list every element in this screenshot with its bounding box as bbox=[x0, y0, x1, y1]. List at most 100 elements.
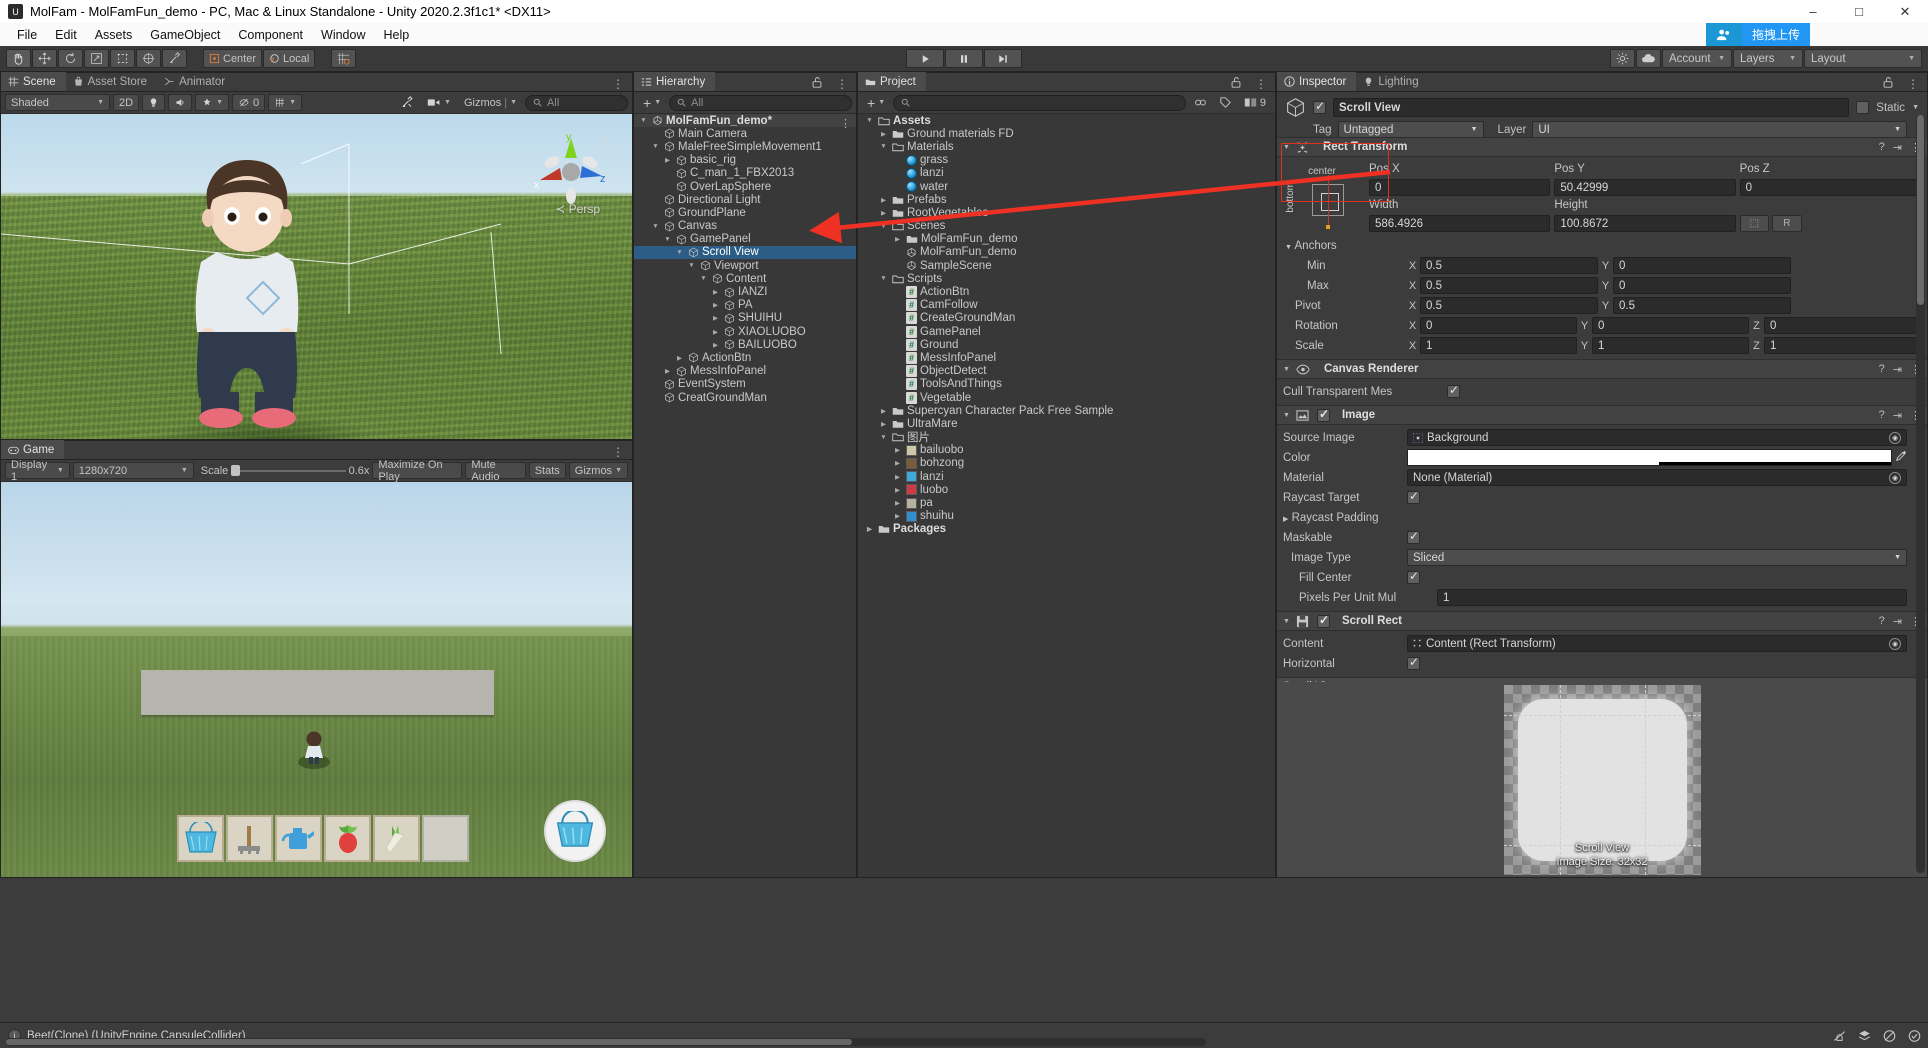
chevron-right-icon[interactable]: ▶ bbox=[710, 341, 721, 349]
item-slot-carrot[interactable] bbox=[373, 815, 420, 862]
grid-snap-button[interactable] bbox=[331, 49, 357, 68]
hierarchy-row[interactable]: OverLapSphere bbox=[634, 180, 856, 193]
menu-assets[interactable]: Assets bbox=[86, 25, 142, 45]
collab-upload-badge[interactable]: 拖拽上传 bbox=[1705, 23, 1810, 46]
project-row[interactable]: ▶ bohzong bbox=[858, 457, 1275, 470]
project-row[interactable]: # ActionBtn bbox=[858, 285, 1275, 299]
inspector-lock-icon[interactable] bbox=[1876, 77, 1900, 91]
blueprint-mode-button[interactable]: ⬚ bbox=[1739, 215, 1770, 232]
resolution-dropdown[interactable]: 1280x720 ▼ bbox=[72, 462, 194, 479]
project-row[interactable]: ▶ shuihu bbox=[858, 510, 1275, 523]
hierarchy-row[interactable]: ▼ GamePanel bbox=[634, 233, 856, 246]
scene-audio-toggle[interactable] bbox=[168, 94, 193, 111]
hierarchy-row[interactable]: ▶ IANZI bbox=[634, 285, 856, 298]
image-type-dropdown[interactable]: Sliced ▼ bbox=[1407, 549, 1907, 566]
anchor-max-x-field[interactable]: 0.5 bbox=[1420, 277, 1598, 294]
chevron-right-icon[interactable]: ▶ bbox=[892, 486, 903, 494]
fill-center-checkbox[interactable] bbox=[1407, 569, 1420, 584]
object-name-field[interactable]: Scroll View bbox=[1333, 98, 1850, 117]
project-row[interactable]: ▼ Scripts bbox=[858, 272, 1275, 285]
tag-dropdown[interactable]: Untagged ▼ bbox=[1337, 121, 1484, 138]
hierarchy-row[interactable]: Main Camera bbox=[634, 127, 856, 140]
project-row[interactable]: ▶ MolFamFun_demo bbox=[858, 233, 1275, 246]
project-row[interactable]: ▶ pa bbox=[858, 496, 1275, 509]
anchor-max-y-field[interactable]: 0 bbox=[1613, 277, 1791, 294]
project-row[interactable]: # MessInfoPanel bbox=[858, 351, 1275, 364]
pos-z-field[interactable]: 0 bbox=[1739, 179, 1921, 196]
project-row[interactable]: # GamePanel bbox=[858, 325, 1275, 338]
cull-transparent-checkbox[interactable] bbox=[1447, 383, 1460, 398]
help-icon[interactable]: ? bbox=[1879, 409, 1885, 421]
hierarchy-lock-icon[interactable] bbox=[805, 77, 829, 91]
chevron-right-icon[interactable]: ▶ bbox=[878, 209, 889, 217]
hierarchy-row[interactable]: GroundPlane bbox=[634, 206, 856, 219]
project-row[interactable]: ▶ luobo bbox=[858, 483, 1275, 496]
scene-projection-label[interactable]: ≺ Persp bbox=[555, 202, 600, 216]
tab-asset-store[interactable]: Asset Store bbox=[66, 72, 157, 91]
project-row[interactable]: # Vegetable bbox=[858, 391, 1275, 404]
help-icon[interactable]: ? bbox=[1879, 363, 1885, 375]
chevron-right-icon[interactable]: ▶ bbox=[674, 354, 685, 362]
mode-2d-toggle[interactable]: 2D bbox=[113, 94, 140, 111]
item-slot-basket[interactable] bbox=[177, 815, 224, 862]
raw-edit-button[interactable]: R bbox=[1772, 215, 1802, 232]
material-field[interactable]: None (Material) ◉ bbox=[1407, 469, 1907, 486]
pivot-y-field[interactable]: 0.5 bbox=[1613, 297, 1791, 314]
game-viewport[interactable] bbox=[1, 482, 632, 877]
menu-edit[interactable]: Edit bbox=[46, 25, 86, 45]
chevron-down-icon[interactable]: ▼ bbox=[698, 275, 709, 282]
chevron-down-icon[interactable]: ▼ bbox=[878, 275, 889, 282]
hierarchy-row[interactable]: ▶ ActionBtn bbox=[634, 351, 856, 364]
custom-tool-button[interactable] bbox=[162, 49, 187, 68]
maximize-on-play-toggle[interactable]: Maximize On Play bbox=[372, 459, 463, 483]
tab-project[interactable]: Project bbox=[858, 72, 926, 91]
tab-game[interactable]: Game bbox=[1, 440, 65, 459]
foldout-icon[interactable]: ▼ bbox=[1283, 366, 1290, 373]
pivot-x-field[interactable]: 0.5 bbox=[1420, 297, 1598, 314]
chevron-down-icon[interactable]: ▼ bbox=[650, 143, 661, 150]
hand-tool-button[interactable] bbox=[6, 49, 31, 68]
chevron-right-icon[interactable]: ▶ bbox=[892, 235, 903, 243]
scene-menu-icon[interactable]: ⋮ bbox=[605, 77, 632, 91]
chevron-down-icon[interactable]: ▼ bbox=[878, 143, 889, 150]
scroll-content-field[interactable]: Content (Rect Transform) ◉ bbox=[1407, 635, 1907, 652]
layer-dropdown[interactable]: UI ▼ bbox=[1532, 121, 1907, 138]
tab-scene[interactable]: Scene bbox=[1, 72, 66, 91]
menu-window[interactable]: Window bbox=[312, 25, 374, 45]
close-button[interactable]: ✕ bbox=[1882, 0, 1928, 23]
preset-icon[interactable]: ⇥ bbox=[1893, 363, 1902, 376]
chevron-down-icon[interactable]: ▼ bbox=[638, 117, 649, 124]
gizmos-dropdown[interactable]: Gizmos | ▼ bbox=[459, 94, 522, 111]
bottom-horizontal-scrollbar[interactable] bbox=[6, 1038, 1206, 1046]
rot-z-field[interactable]: 0 bbox=[1764, 317, 1921, 334]
scene-tools-icon[interactable] bbox=[395, 94, 419, 111]
scroll-rect-header[interactable]: ▼ Scroll Rect ? ⇥ ⋮ bbox=[1277, 611, 1927, 631]
project-row[interactable]: lanzi bbox=[858, 167, 1275, 180]
menu-file[interactable]: File bbox=[8, 25, 46, 45]
project-row[interactable]: # Ground bbox=[858, 338, 1275, 351]
source-image-field[interactable]: Background ◉ bbox=[1407, 429, 1907, 446]
chevron-right-icon[interactable]: ▶ bbox=[878, 130, 889, 138]
chevron-right-icon[interactable]: ▶ bbox=[892, 499, 903, 507]
anchors-foldout[interactable]: ▼ Anchors bbox=[1283, 237, 1921, 254]
object-picker-icon[interactable]: ◉ bbox=[1889, 637, 1901, 650]
hierarchy-add-button[interactable]: + ▼ bbox=[638, 94, 666, 111]
chevron-right-icon[interactable]: ▶ bbox=[662, 367, 673, 375]
pause-button[interactable] bbox=[945, 49, 983, 68]
layout-dropdown[interactable]: Layout ▼ bbox=[1804, 49, 1922, 68]
project-row[interactable]: # CreateGroundMan bbox=[858, 312, 1275, 325]
inspector-scrollbar[interactable] bbox=[1916, 115, 1925, 873]
play-button[interactable] bbox=[906, 49, 944, 68]
scene-search-input[interactable]: All bbox=[525, 94, 629, 111]
color-swatch[interactable] bbox=[1407, 449, 1892, 466]
clear-on-play-icon[interactable] bbox=[1882, 1029, 1897, 1046]
help-icon[interactable]: ? bbox=[1879, 615, 1885, 627]
scroll-rect-enabled-checkbox[interactable] bbox=[1316, 613, 1330, 628]
transform-tool-button[interactable] bbox=[136, 49, 161, 68]
rotate-tool-button[interactable] bbox=[58, 49, 83, 68]
chevron-right-icon[interactable]: ▶ bbox=[710, 314, 721, 322]
project-row[interactable]: ▶ Supercyan Character Pack Free Sample bbox=[858, 404, 1275, 417]
scene-camera-icon[interactable]: ▼ bbox=[422, 94, 456, 111]
project-row[interactable]: ▶ Ground materials FD bbox=[858, 127, 1275, 140]
scale-z-field[interactable]: 1 bbox=[1764, 337, 1921, 354]
